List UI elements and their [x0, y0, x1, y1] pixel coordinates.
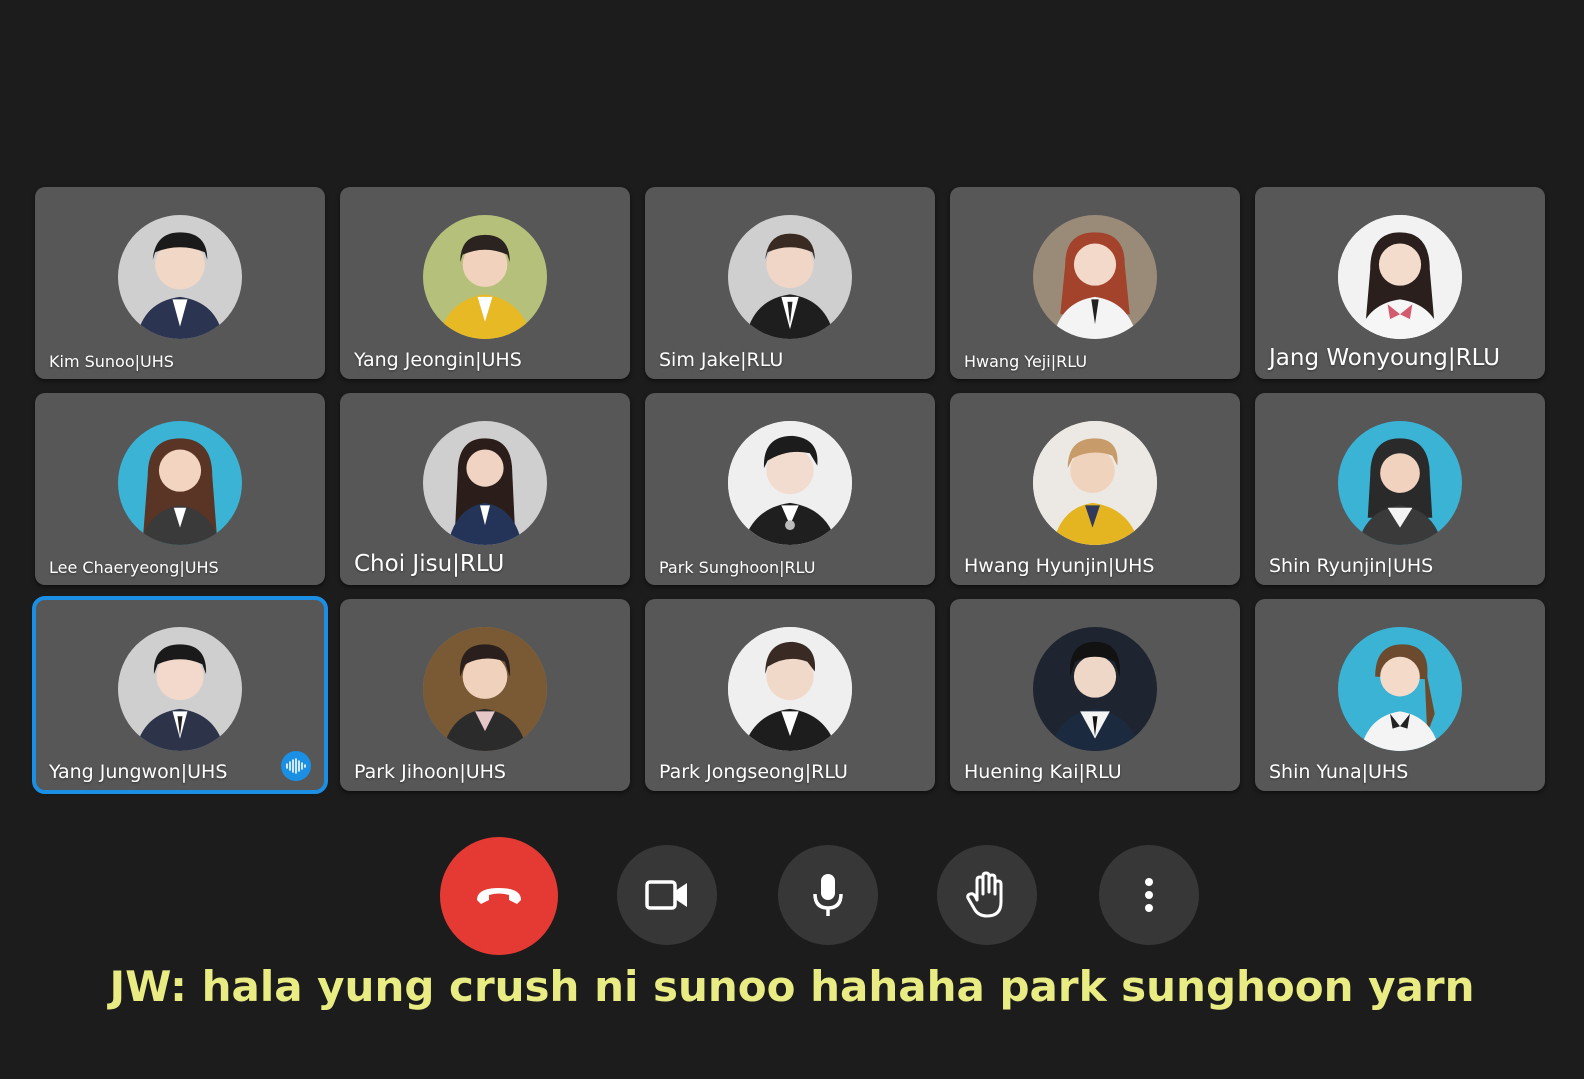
participant-tile[interactable]: Park Jongseong|RLU	[645, 599, 935, 791]
participant-name: Lee Chaeryeong|UHS	[49, 558, 219, 577]
video-camera-icon	[645, 880, 687, 910]
microphone-icon	[813, 874, 843, 916]
participant-tile[interactable]: Park Sunghoon|RLU	[645, 393, 935, 585]
participant-avatar	[728, 421, 852, 545]
participant-tile[interactable]: Choi Jisu|RLU	[340, 393, 630, 585]
participant-tile[interactable]: Hwang Hyunjin|UHS	[950, 393, 1240, 585]
participant-name: Yang Jeongin|UHS	[354, 349, 522, 371]
more-vertical-icon	[1145, 878, 1153, 912]
participant-avatar	[423, 627, 547, 751]
camera-button[interactable]	[617, 845, 717, 945]
hand-icon	[966, 871, 1003, 918]
participant-name: Park Jihoon|UHS	[354, 761, 506, 783]
participant-avatar	[118, 421, 242, 545]
participant-tile[interactable]: Park Jihoon|UHS	[340, 599, 630, 791]
participant-name: Kim Sunoo|UHS	[49, 352, 174, 371]
participant-name: Jang Wonyoung|RLU	[1269, 345, 1501, 371]
microphone-button[interactable]	[778, 845, 878, 945]
participant-name: Park Jongseong|RLU	[659, 761, 848, 783]
participant-grid: Kim Sunoo|UHS Yang Jeongin|UHS Sim Jake|…	[32, 187, 1545, 794]
participant-avatar	[118, 215, 242, 339]
participant-name: Huening Kai|RLU	[964, 761, 1122, 783]
participant-avatar	[728, 627, 852, 751]
participant-tile[interactable]: Shin Yuna|UHS	[1255, 599, 1545, 791]
participant-name: Choi Jisu|RLU	[354, 551, 505, 577]
participant-avatar	[423, 215, 547, 339]
participant-tile[interactable]: Lee Chaeryeong|UHS	[35, 393, 325, 585]
participant-tile[interactable]: Shin Ryunjin|UHS	[1255, 393, 1545, 585]
participant-name: Yang Jungwon|UHS	[49, 761, 228, 783]
participant-tile[interactable]: Yang Jeongin|UHS	[340, 187, 630, 379]
end-call-button[interactable]	[440, 837, 558, 955]
more-options-button[interactable]	[1099, 845, 1199, 945]
participant-name: Park Sunghoon|RLU	[659, 558, 816, 577]
participant-tile[interactable]: Sim Jake|RLU	[645, 187, 935, 379]
participant-tile[interactable]: Hwang Yeji|RLU	[950, 187, 1240, 379]
participant-avatar	[1338, 627, 1462, 751]
participant-avatar	[1033, 421, 1157, 545]
participant-tile[interactable]: Kim Sunoo|UHS	[35, 187, 325, 379]
participant-avatar	[1338, 215, 1462, 339]
participant-tile[interactable]: Huening Kai|RLU	[950, 599, 1240, 791]
participant-tile-active-speaker[interactable]: Yang Jungwon|UHS	[32, 596, 328, 794]
participant-avatar	[1033, 627, 1157, 751]
participant-name: Sim Jake|RLU	[659, 349, 784, 371]
participant-avatar	[118, 627, 242, 751]
phone-hangup-icon	[477, 888, 521, 904]
call-controls	[0, 837, 1584, 955]
participant-avatar	[1338, 421, 1462, 545]
speaking-indicator-icon	[281, 751, 311, 781]
participant-avatar	[1033, 215, 1157, 339]
participant-avatar	[728, 215, 852, 339]
raise-hand-button[interactable]	[937, 845, 1037, 945]
participant-name: Hwang Hyunjin|UHS	[964, 555, 1155, 577]
participant-name: Hwang Yeji|RLU	[964, 352, 1088, 371]
live-caption: JW: hala yung crush ni sunoo hahaha park…	[109, 962, 1475, 1011]
participant-name: Shin Yuna|UHS	[1269, 761, 1409, 783]
participant-name: Shin Ryunjin|UHS	[1269, 555, 1434, 577]
participant-avatar	[423, 421, 547, 545]
participant-tile[interactable]: Jang Wonyoung|RLU	[1255, 187, 1545, 379]
